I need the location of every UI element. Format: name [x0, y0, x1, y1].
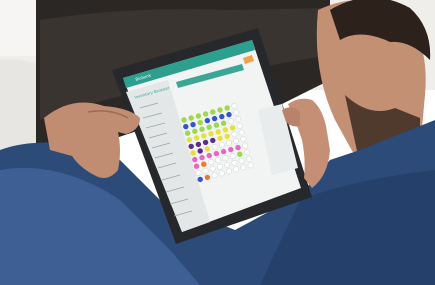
well-empty	[231, 159, 238, 166]
well-empty	[227, 118, 234, 125]
well-green	[202, 111, 209, 117]
well-pink	[228, 146, 234, 153]
well-green	[217, 107, 223, 113]
well-yellow	[208, 131, 214, 137]
well-pink	[206, 152, 212, 159]
well-empty	[215, 157, 222, 164]
well-pink	[192, 156, 198, 163]
well-empty	[211, 172, 218, 179]
well-blue	[190, 121, 196, 128]
well-yellow	[217, 135, 223, 142]
well-empty	[240, 136, 247, 142]
photo-scene: Biobank Inventory Browser	[0, 0, 435, 285]
well-empty	[202, 167, 209, 174]
well-yellow	[224, 133, 230, 140]
well-green	[192, 128, 198, 134]
well-empty	[226, 140, 232, 146]
well-green	[195, 113, 202, 119]
well-empty	[247, 162, 254, 169]
well-empty	[240, 164, 247, 171]
well-empty	[222, 155, 229, 162]
well-yellow	[201, 133, 207, 139]
well-empty	[218, 170, 225, 177]
well-blue	[183, 123, 189, 130]
well-pink	[193, 163, 200, 169]
well-yellow	[222, 127, 229, 133]
well-empty	[233, 138, 240, 144]
well-green	[188, 115, 194, 121]
well-purple	[202, 139, 209, 146]
well-orange	[204, 174, 211, 181]
well-empty	[231, 103, 238, 109]
well-blue	[204, 117, 211, 124]
well-empty	[211, 144, 218, 150]
well-empty	[242, 142, 249, 149]
well-empty	[235, 116, 241, 123]
well-purple	[195, 141, 202, 148]
well-green	[206, 124, 212, 130]
well-yellow	[215, 129, 221, 135]
well-empty	[238, 157, 245, 164]
well-orange	[201, 161, 207, 167]
well-empty	[217, 163, 223, 170]
well-empty	[208, 159, 214, 166]
well-yellow	[229, 125, 236, 131]
well-green	[220, 120, 227, 126]
well-blue	[219, 113, 225, 120]
well-empty	[238, 129, 245, 136]
well-empty	[244, 149, 250, 156]
well-empty	[233, 109, 240, 116]
photo-illustration	[0, 0, 435, 285]
well-empty	[226, 168, 232, 175]
well-purple	[210, 137, 216, 144]
well-yellow	[186, 137, 193, 143]
well-empty	[229, 153, 236, 160]
well-empty	[233, 166, 240, 173]
well-blue	[211, 115, 218, 122]
well-blue	[197, 176, 203, 183]
well-empty	[236, 122, 243, 129]
well-empty	[195, 169, 202, 176]
well-empty	[209, 165, 216, 172]
well-green	[197, 119, 203, 126]
well-green	[237, 151, 243, 157]
well-empty	[218, 142, 225, 148]
well-yellow	[190, 150, 196, 156]
well-green	[181, 117, 187, 123]
well-empty	[231, 131, 238, 138]
well-yellow	[193, 135, 200, 141]
well-green	[199, 126, 205, 132]
well-green	[184, 130, 191, 136]
well-empty	[224, 161, 231, 168]
well-blue	[226, 111, 232, 118]
well-green	[224, 105, 230, 111]
well-empty	[245, 155, 252, 162]
well-green	[213, 122, 220, 128]
well-pink	[213, 150, 220, 157]
well-pink	[220, 148, 227, 155]
well-yellow	[204, 146, 211, 152]
well-pink	[199, 154, 205, 161]
well-green	[210, 109, 216, 115]
well-purple	[197, 148, 203, 154]
well-pink	[235, 144, 241, 151]
well-purple	[188, 143, 194, 150]
